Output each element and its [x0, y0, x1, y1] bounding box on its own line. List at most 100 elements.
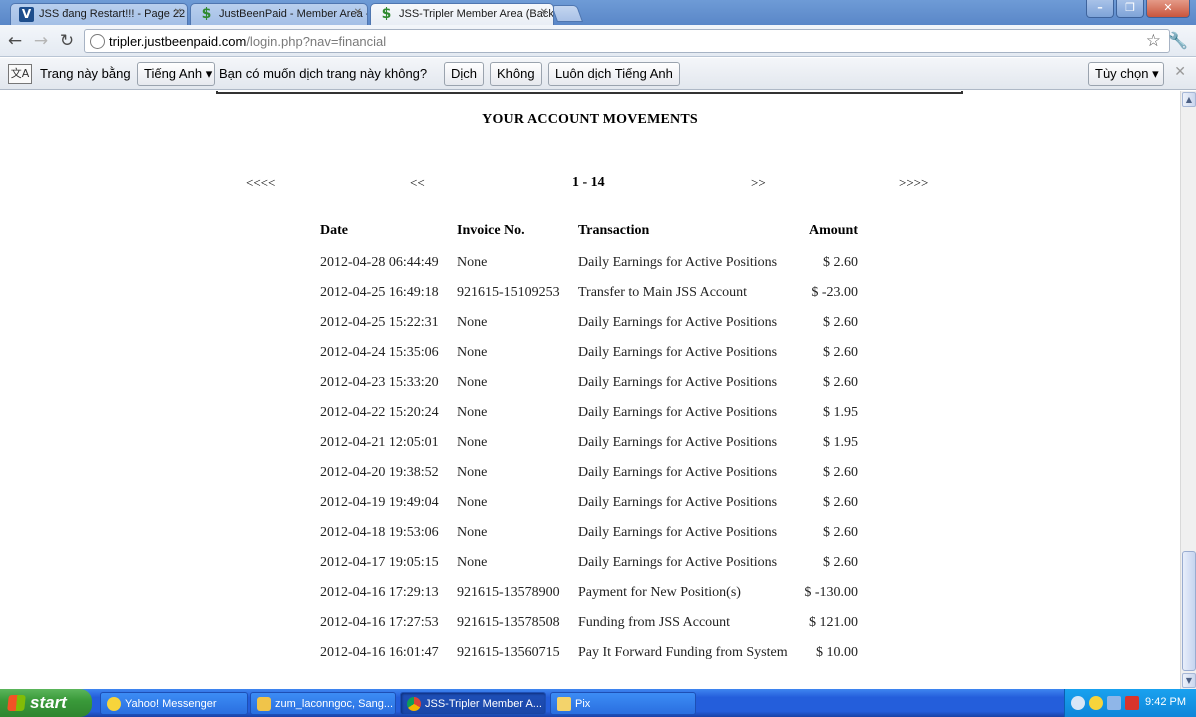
cell-date: 2012-04-17 19:05:15	[320, 555, 439, 570]
folder-icon	[557, 697, 571, 711]
cell-date: 2012-04-16 17:27:53	[320, 615, 439, 630]
cell-amount: $ 2.60	[823, 315, 858, 330]
taskbar-item-pix[interactable]: Pix	[550, 692, 696, 715]
wrench-menu-icon[interactable]: 🔧	[1168, 31, 1188, 50]
table-row: 2012-04-25 15:22:31 None Daily Earnings fo…	[320, 311, 860, 341]
translate-icon: 文A	[8, 64, 32, 84]
url-path: /login.php?nav=financial	[246, 34, 387, 49]
always-translate-button[interactable]: Luôn dịch Tiếng Anh	[548, 62, 680, 86]
source-language-label: Tiếng Anh	[144, 66, 203, 81]
table-row: 2012-04-16 17:27:53 921615-13578508 Fundin…	[320, 611, 860, 641]
cell-invoice: None	[457, 405, 488, 420]
cell-date: 2012-04-16 16:01:47	[320, 645, 439, 660]
pager-current-range: 1 - 14	[572, 175, 605, 190]
column-header-amount: Amount	[808, 223, 858, 238]
cell-invoice: None	[457, 555, 488, 570]
cell-date: 2012-04-16 17:29:13	[320, 585, 439, 600]
table-row: 2012-04-17 19:05:15 None Daily Earnings fo…	[320, 551, 860, 581]
cell-transaction: Pay It Forward Funding from System	[578, 645, 788, 660]
window-controls: – ❐ ✕	[1086, 0, 1190, 18]
taskbar-item-chat[interactable]: zum_laconngoc, Sang...	[250, 692, 396, 715]
browser-toolbar: ← → ↻ tripler.justbeenpaid.com/login.php…	[0, 25, 1196, 57]
table-row: 2012-04-22 15:20:24 None Daily Earnings fo…	[320, 401, 860, 431]
vertical-scrollbar[interactable]: ▲ ▼	[1180, 91, 1196, 689]
cell-transaction: Daily Earnings for Active Positions	[578, 525, 778, 540]
tray-arrow-icon[interactable]	[1071, 696, 1085, 710]
cell-invoice: None	[457, 315, 488, 330]
translate-prefix: Trang này bằng	[40, 66, 131, 81]
pager-prev-link[interactable]: <<	[410, 175, 425, 191]
cell-invoice: None	[457, 525, 488, 540]
scroll-down-arrow-icon[interactable]: ▼	[1182, 673, 1196, 688]
cell-date: 2012-04-25 16:49:18	[320, 285, 439, 300]
cell-amount: $ -23.00	[811, 285, 858, 300]
tab-close-icon[interactable]: ✕	[540, 7, 548, 18]
page-info-icon[interactable]	[90, 34, 105, 49]
cell-transaction: Daily Earnings for Active Positions	[578, 495, 778, 510]
close-window-icon[interactable]: ✕	[1146, 0, 1190, 18]
source-language-select[interactable]: Tiếng Anh ▾	[137, 62, 215, 86]
translate-button[interactable]: Dịch	[444, 62, 485, 86]
translate-options-button[interactable]: Tùy chọn ▾	[1088, 62, 1164, 86]
start-button[interactable]: start	[0, 689, 92, 717]
taskbar-item-label: JSS-Tripler Member A...	[425, 698, 542, 710]
cell-date: 2012-04-22 15:20:24	[320, 405, 439, 420]
cell-transaction: Daily Earnings for Active Positions	[578, 315, 778, 330]
tab-title: JSS đang Restart!!! - Page 22	[39, 8, 186, 20]
dropdown-arrow-icon: ▾	[205, 66, 213, 81]
tab-justbeenpaid[interactable]: $ JustBeenPaid - Member Area - ✕	[190, 3, 368, 25]
cell-amount: $ 1.95	[823, 405, 858, 420]
cell-invoice: None	[457, 465, 488, 480]
scroll-up-arrow-icon[interactable]: ▲	[1182, 92, 1196, 107]
cell-amount: $ 2.60	[823, 375, 858, 390]
cell-transaction: Daily Earnings for Active Positions	[578, 345, 778, 360]
taskbar-item-chrome[interactable]: JSS-Tripler Member A...	[400, 692, 546, 715]
tab-close-icon[interactable]: ✕	[354, 7, 362, 18]
address-bar[interactable]: tripler.justbeenpaid.com/login.php?nav=f…	[84, 29, 1170, 53]
tab-jss-tripler[interactable]: $ JSS-Tripler Member Area (Back ✕	[370, 3, 554, 25]
close-infobar-icon[interactable]: ✕	[1174, 64, 1186, 80]
dropdown-arrow-icon: ▾	[1152, 66, 1159, 81]
minimize-icon[interactable]: –	[1086, 0, 1114, 18]
tray-yahoo-icon[interactable]	[1089, 696, 1103, 710]
tray-antivirus-icon[interactable]	[1125, 696, 1139, 710]
restore-icon[interactable]: ❐	[1116, 0, 1144, 18]
table-row: 2012-04-18 19:53:06 None Daily Earnings fo…	[320, 521, 860, 551]
scrollbar-thumb[interactable]	[1182, 551, 1196, 671]
new-tab-button[interactable]	[550, 5, 584, 22]
table-row: 2012-04-16 17:29:13 921615-13578900 Paymen…	[320, 581, 860, 611]
table-row: 2012-04-24 15:35:06 None Daily Earnings fo…	[320, 341, 860, 371]
pager-last-link[interactable]: >>>>	[899, 175, 928, 191]
cell-invoice: 921615-13578900	[457, 585, 560, 600]
back-arrow-icon[interactable]: ←	[4, 30, 26, 52]
reload-icon[interactable]: ↻	[56, 30, 78, 52]
url-text[interactable]: tripler.justbeenpaid.com/login.php?nav=f…	[109, 34, 386, 49]
no-translate-button[interactable]: Không	[490, 62, 542, 86]
pager-first-link[interactable]: <<<<	[246, 175, 275, 191]
content-frame-border	[216, 91, 963, 94]
cell-amount: $ 2.60	[823, 495, 858, 510]
table-row: 2012-04-19 19:49:04 None Daily Earnings fo…	[320, 491, 860, 521]
forward-arrow-icon[interactable]: →	[30, 30, 52, 52]
cell-amount: $ 2.60	[823, 345, 858, 360]
tab-jss-forum[interactable]: V JSS đang Restart!!! - Page 22 ✕	[10, 3, 188, 25]
cell-date: 2012-04-24 15:35:06	[320, 345, 439, 360]
cell-date: 2012-04-23 15:33:20	[320, 375, 439, 390]
table-row: 2012-04-28 06:44:49 None Daily Earnings fo…	[320, 251, 860, 281]
dollar-favicon-icon: $	[381, 6, 392, 22]
cell-date: 2012-04-20 19:38:52	[320, 465, 439, 480]
cell-invoice: 921615-13578508	[457, 615, 560, 630]
browser-tab-strip: V JSS đang Restart!!! - Page 22 ✕ $ Just…	[0, 0, 1196, 25]
taskbar-item-label: zum_laconngoc, Sang...	[275, 698, 394, 710]
pager-next-link[interactable]: >>	[751, 175, 766, 191]
taskbar-item-yahoo-messenger[interactable]: Yahoo! Messenger	[100, 692, 248, 715]
bookmark-star-icon[interactable]: ☆	[1146, 31, 1161, 51]
cell-amount: $ 2.60	[823, 555, 858, 570]
tab-close-icon[interactable]: ✕	[174, 7, 182, 18]
tab-title: JSS-Tripler Member Area (Back	[399, 8, 554, 20]
table-row: 2012-04-20 19:38:52 None Daily Earnings fo…	[320, 461, 860, 491]
cell-amount: $ -130.00	[804, 585, 858, 600]
cell-invoice: None	[457, 345, 488, 360]
tray-network-icon[interactable]	[1107, 696, 1121, 710]
table-row: 2012-04-16 16:01:47 921615-13560715 Pay It…	[320, 641, 860, 671]
